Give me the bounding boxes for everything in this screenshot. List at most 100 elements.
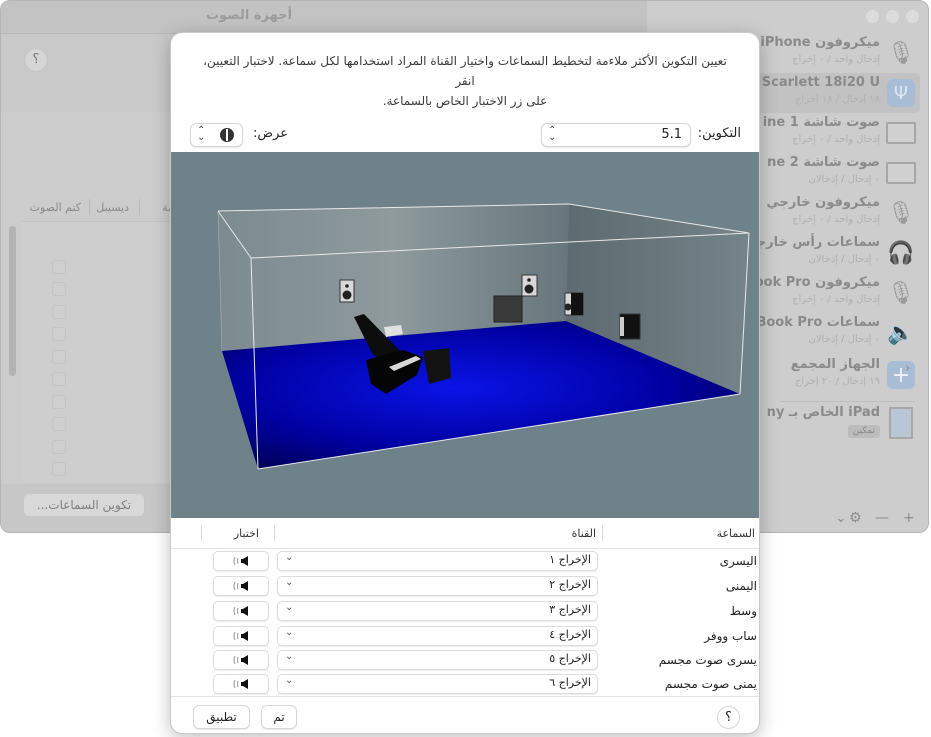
help-button[interactable]: ؟ (717, 706, 740, 729)
speaker-name: يمنى صوت مجسم (664, 677, 757, 691)
speaker-room-3d-view[interactable] (171, 152, 760, 518)
speaker-name: وسط (729, 604, 757, 618)
channel-value: الإخراج ٤ (549, 628, 591, 641)
chevron-down-icon[interactable]: ⌄ (835, 510, 847, 526)
mute-checkbox[interactable] (52, 372, 66, 386)
up-down-chevron-icon: ⌃ ⌄ (197, 125, 206, 143)
speaker-sound-icon (233, 606, 248, 616)
device-io: إدخال واحد / ٠ إخراج (792, 54, 880, 65)
test-speaker-button[interactable] (213, 551, 269, 571)
configure-speakers-button[interactable]: تكوين السماعات... (23, 493, 145, 517)
test-speaker-button[interactable] (213, 650, 269, 670)
device-io: إدخال واحد / ٠ إخراج (792, 294, 880, 305)
test-speaker-button[interactable] (213, 601, 269, 621)
speaker-sound-icon (233, 581, 248, 591)
up-down-chevron-icon: ⌃ ⌄ (548, 125, 557, 143)
column-separator (89, 199, 90, 215)
column-db[interactable]: ديسيبل (96, 201, 129, 214)
sidebar-divider (780, 401, 915, 402)
iphone-microphone-icon: 🎙 (887, 40, 915, 66)
column-speaker: السماعة (716, 527, 755, 540)
speaker-right[interactable] (564, 292, 584, 316)
device-name: ميكروفون خارجي (766, 195, 880, 210)
mute-checkbox[interactable] (52, 350, 66, 364)
speaker-surround-right[interactable] (619, 313, 641, 340)
device-item-selected[interactable]: Scarlett 18i20 U ١٨ إدخال / ١٨ إخراج Ψ (750, 73, 920, 113)
usb-icon: Ψ (886, 78, 916, 108)
channel-select[interactable]: الإخراج ٢ ⌄ (277, 576, 598, 596)
scrollbar[interactable] (9, 226, 16, 376)
monitor-icon (886, 118, 916, 148)
speaker-row: يمنى صوت مجسم الإخراج ٦ ⌄ (171, 672, 759, 697)
channel-select[interactable]: الإخراج ١ ⌄ (277, 551, 598, 571)
device-name: سماعات رأس خارجية (743, 235, 880, 250)
channel-select[interactable]: الإخراج ٥ ⌄ (277, 650, 598, 670)
device-name: صوت شاشة 2 ne (767, 155, 880, 170)
device-item[interactable]: ميكروفون خارجي إدخال واحد / ٠ إخراج 🎙 (760, 193, 920, 233)
column-channel: القناة (571, 527, 596, 540)
remove-device-button[interactable]: — (875, 510, 889, 526)
speaker-center[interactable] (521, 274, 538, 297)
device-item[interactable]: ميكروفون MacBook Pro إدخال واحد / ٠ إخرا… (715, 273, 920, 313)
instructions-line: على زر الاختبار الخاص بالسماعة. (382, 94, 548, 108)
help-button[interactable]: ؟ (24, 48, 48, 72)
window-title: أجهزة الصوت (205, 8, 293, 23)
microphone-icon: 🎙 (887, 280, 915, 306)
column-mute[interactable]: كتم الصوت (30, 201, 81, 214)
apply-button[interactable]: تطبيق (193, 705, 250, 729)
mute-checkbox[interactable] (52, 327, 66, 341)
done-button[interactable]: تم (261, 705, 297, 729)
mute-checkbox[interactable] (52, 440, 66, 454)
subwoofer[interactable] (493, 295, 523, 323)
device-io: ١٩ إدخال / ٢٠ إخراج (794, 376, 880, 387)
channel-select[interactable]: الإخراج ٤ ⌄ (277, 626, 598, 646)
device-name: ميكروفون iPhone (760, 35, 880, 50)
enable-badge[interactable]: تمكين (847, 425, 880, 438)
chevron-left-icon[interactable]: ‹ (905, 361, 910, 376)
speaker-sound-icon (233, 556, 248, 566)
device-item[interactable]: سماعات MacBook Pro ٠ إدخال / إدخالان 🔈 (727, 313, 920, 353)
device-io: إدخال واحد / ٠ إخراج (792, 134, 880, 145)
mute-checkbox[interactable] (52, 282, 66, 296)
device-item[interactable]: iPad الخاص بـ ny تمكين (760, 403, 920, 443)
device-item[interactable]: صوت شاشة 2 ne ٠ إدخال / إدخالان (760, 153, 920, 193)
device-item[interactable]: ميكروفون iPhone إدخال واحد / ٠ إخراج 🎙 (760, 33, 920, 73)
test-speaker-button[interactable] (213, 576, 269, 596)
device-item[interactable]: سماعات رأس خارجية ٠ إدخال / إدخالان 🎧 (744, 233, 920, 273)
channel-select[interactable]: الإخراج ٦ ⌄ (277, 674, 598, 694)
window-zoom-button[interactable] (906, 10, 919, 23)
speaker-sound-icon (233, 631, 248, 641)
column-separator (139, 199, 140, 215)
mute-checkbox[interactable] (52, 305, 66, 319)
mute-checkbox[interactable] (52, 462, 66, 476)
gear-icon[interactable]: ⚙ (849, 510, 862, 526)
configure-speakers-sheet: تعيين التكوين الأكثر ملاءمة لتخطيط السما… (170, 32, 760, 734)
volume-table-body (21, 221, 181, 482)
3d-cube-icon (220, 128, 234, 142)
speaker-name: اليمنى (725, 579, 757, 593)
view-select[interactable]: ⌃ ⌄ (190, 123, 243, 147)
configuration-select[interactable]: 5.1 ⌃ ⌄ (541, 123, 691, 147)
channel-select[interactable]: الإخراج ٣ ⌄ (277, 601, 598, 621)
add-device-button[interactable]: + (903, 510, 915, 526)
mute-checkbox[interactable] (52, 395, 66, 409)
volume-table-header: كتم الصوت ديسيبل قيمة (21, 193, 183, 221)
window-close-button[interactable] (866, 10, 879, 23)
device-io: ٠ إدخال / إدخالان (808, 334, 880, 345)
device-io: ٠ إدخال / إدخالان (808, 174, 880, 185)
mute-checkbox[interactable] (52, 260, 66, 274)
device-name: iPad الخاص بـ ny (766, 405, 880, 420)
test-speaker-button[interactable] (213, 626, 269, 646)
speaker-icon: 🔈 (887, 320, 915, 346)
speaker-row: اليمنى الإخراج ٢ ⌄ (171, 574, 759, 599)
test-speaker-button[interactable] (213, 674, 269, 694)
chevron-down-icon: ⌄ (285, 552, 294, 563)
column-separator (274, 525, 275, 541)
speaker-left[interactable] (339, 279, 355, 303)
mute-checkbox[interactable] (52, 417, 66, 431)
channel-value: الإخراج ٦ (549, 676, 591, 689)
speaker-name: اليسرى (719, 554, 757, 568)
device-item[interactable]: صوت شاشة 1 ine إدخال واحد / ٠ إخراج (760, 113, 920, 153)
window-minimize-button[interactable] (886, 10, 899, 23)
device-item[interactable]: الجهاز المجمع ١٩ إدخال / ٢٠ إخراج + (760, 355, 920, 395)
